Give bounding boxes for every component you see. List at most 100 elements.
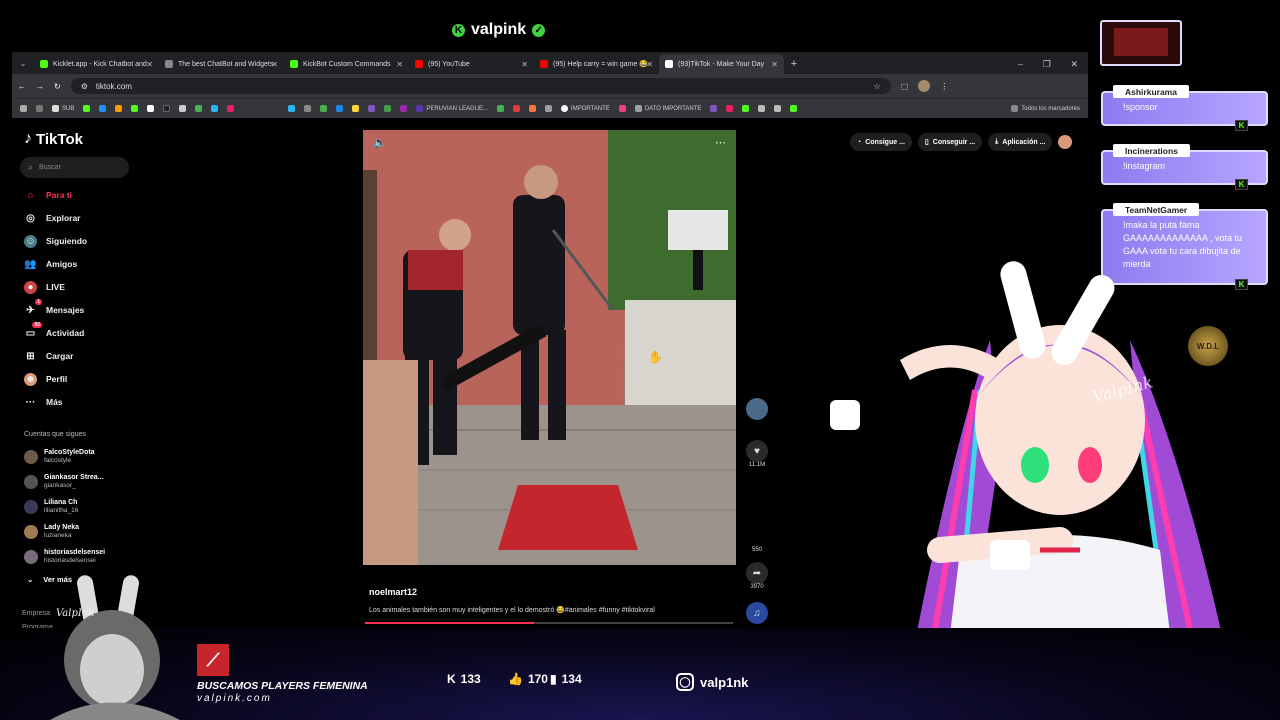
minimize-icon[interactable]: – [1018,54,1023,74]
tab-kickbot[interactable]: KickBot Custom Commands ✕ [284,54,409,74]
bookmark-dato[interactable]: DATO IMPORTANTE [634,105,701,112]
bookmark-item[interactable] [742,105,750,112]
bookmark-item[interactable] [211,105,219,112]
bookmark-item[interactable] [115,105,123,112]
nav-mas[interactable]: ··· Más [24,393,63,411]
forward-icon[interactable]: → [36,82,44,91]
bookmark-item[interactable] [790,105,798,112]
bookmark-item[interactable] [726,105,734,112]
bookmark-item[interactable] [529,105,537,112]
get-app-button[interactable]: ▯ Conseguir ... [917,133,983,151]
reload-icon[interactable]: ↻ [54,82,61,91]
bookmark-item[interactable] [288,105,296,112]
get-coins-button[interactable]: ◔ Consigue ... [850,133,912,151]
nav-mensajes[interactable]: ✈ 1 Mensajes [24,298,84,319]
kick-followers-stat: K 133 [447,672,481,686]
bookmark-item[interactable] [400,105,408,112]
bookmark-item[interactable] [20,105,27,112]
following-item[interactable]: historiasdelsensei historiasdelsensei [24,546,105,568]
menu-icon[interactable]: ⋮ [940,82,948,91]
new-tab-icon[interactable]: + [784,54,804,74]
bookmark-importante[interactable]: IMPORTANTE [561,105,610,112]
nav-cargar[interactable]: ⊞ Cargar [24,347,73,365]
bookmark-item[interactable] [368,105,376,112]
bookmark-item[interactable] [83,105,91,112]
bookmark-star-icon[interactable]: ☆ [874,82,881,91]
following-item[interactable]: Liliana Ch lilianitha_16 [24,496,78,518]
nav-live[interactable]: ● LIVE [24,278,65,296]
profile-avatar-icon[interactable] [918,80,931,92]
bookmark-item[interactable] [227,105,235,112]
home-icon: ⌂ [27,189,34,201]
bookmark-item[interactable] [352,105,360,112]
close-icon[interactable]: ✕ [396,60,403,69]
maximize-icon[interactable]: ❐ [1043,54,1051,74]
bookmark-item[interactable] [710,105,718,112]
following-item[interactable]: Lady Neka luzianeka [24,521,79,543]
following-item[interactable]: FalcoStyleDota falcostyle [24,446,95,468]
tab-search-icon[interactable]: ⌄ [12,54,34,74]
site-info-icon[interactable]: ⚙ [81,82,88,91]
nav-siguiendo[interactable]: ☺ Siguiendo [24,232,87,250]
kick-icon [742,105,750,112]
tab-youtube[interactable]: (95) YouTube ✕ [409,54,534,74]
folder-icon [36,105,43,112]
bookmark-item[interactable] [147,105,155,112]
tab-tiktok[interactable]: (93)TikTok - Make Your Day ✕ [659,54,784,74]
window-close-icon[interactable]: ✕ [1071,54,1079,74]
bookmark-item[interactable] [36,105,43,112]
video-author[interactable]: noelmart12 [369,587,417,597]
bookmark-item[interactable] [758,105,766,112]
volume-icon[interactable]: 🔈 [373,136,387,149]
search-input[interactable]: ⌕ Buscar [20,157,129,178]
bookmark-item[interactable] [320,105,328,112]
bookmark-sub[interactable]: SUB [52,105,74,112]
video-progress-bar[interactable] [365,622,733,624]
avatar [24,550,38,564]
bookmark-item[interactable] [195,105,203,112]
desktop-app-button[interactable]: ⤓ Aplicación ... [988,133,1053,151]
bookmark-item[interactable] [304,105,312,112]
tab-kicklet[interactable]: Kicklet.app - Kick Chatbot and ✕ [34,54,159,74]
bookmark-item[interactable] [336,105,344,112]
messages-badge: 1 [35,298,42,305]
bookmark-icon [163,105,171,112]
bookmark-item[interactable] [163,105,171,112]
bookmark-item[interactable] [497,105,505,112]
more-options-icon[interactable]: ⋯ [715,136,726,149]
nav-explorar[interactable]: ◎ Explorar [24,209,80,227]
bookmark-item[interactable] [179,105,187,112]
tiktok-logo[interactable]: ♪ TikTok [24,130,83,148]
bookmark-all[interactable]: Todos los marcadores [1011,105,1080,112]
avatar [24,525,38,539]
tab-chatbot[interactable]: The best ChatBot and Widgets ✕ [159,54,284,74]
bookmark-item[interactable] [545,105,553,112]
bookmark-peruvian[interactable]: PERUVIAN LEAGUE... [416,105,488,112]
bookmark-item[interactable] [99,105,107,112]
bookmark-icon [618,105,626,112]
nav-amigos[interactable]: 👥 Amigos [24,255,77,273]
bookmark-item[interactable] [774,105,782,112]
close-icon[interactable]: ✕ [271,60,278,69]
close-icon[interactable]: ✕ [771,60,778,69]
close-icon[interactable]: ✕ [146,60,153,69]
kick-icon [790,105,798,112]
user-avatar[interactable] [1058,135,1073,149]
nav-para-ti[interactable]: ⌂ Para ti [24,186,72,204]
bookmark-item[interactable] [513,105,521,112]
back-icon[interactable]: ← [18,82,26,91]
bookmark-item[interactable] [131,105,139,112]
bookmark-item[interactable] [618,105,626,112]
close-icon[interactable]: ✕ [521,60,528,69]
tab-youtube-video[interactable]: (95) Help carry = win game 😂 ✕ [534,54,659,74]
nav-perfil[interactable]: ☻ Perfil [24,370,67,388]
address-bar[interactable]: ⚙ tiktok.com ☆ [70,78,891,94]
bookmark-item[interactable] [384,105,392,112]
close-icon[interactable]: ✕ [646,60,653,69]
stream-name: valpink [471,21,527,38]
nav-actividad[interactable]: ▭ 92 Actividad [24,321,84,342]
bookmark-icon [115,105,123,112]
following-item[interactable]: Giankasor Strea... giankasor_ [24,471,104,493]
extensions-icon[interactable]: ⬚ [901,82,909,91]
video-player[interactable]: 🔈 ⋯ ✋ [363,130,736,565]
